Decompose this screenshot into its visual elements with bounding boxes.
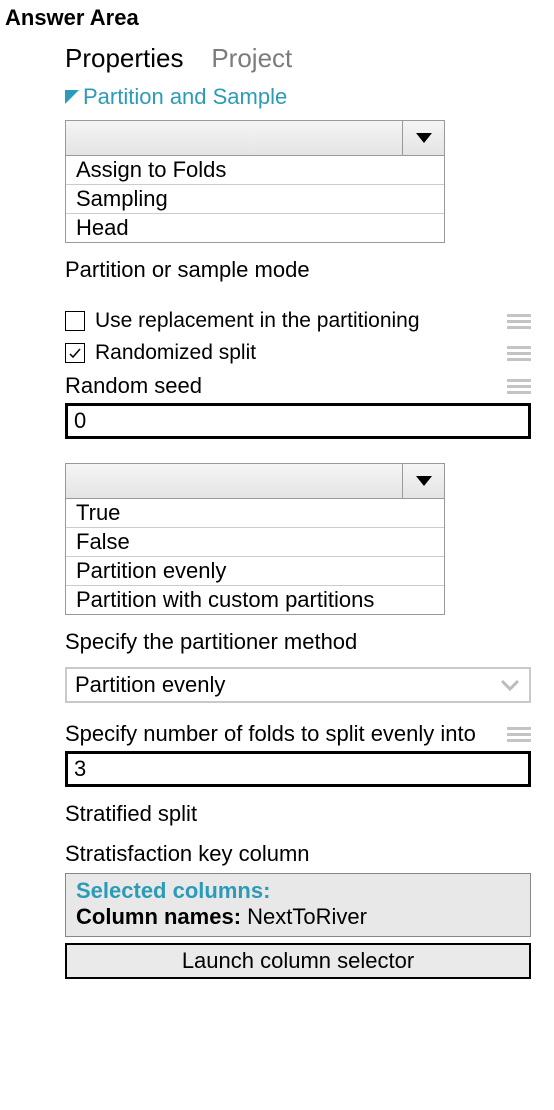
selected-columns-prefix: Column names: (76, 904, 241, 929)
label-mode: Partition or sample mode (65, 257, 531, 283)
tab-project[interactable]: Project (211, 43, 292, 74)
selected-columns-title: Selected columns: (76, 878, 520, 904)
mode-option-head[interactable]: Head (66, 213, 444, 242)
bool-option-custom[interactable]: Partition with custom partitions (66, 585, 444, 614)
label-stratified: Stratified split (65, 801, 531, 827)
checkbox-replacement[interactable] (65, 311, 85, 331)
hamburger-icon[interactable] (507, 346, 531, 361)
bool-option-true[interactable]: True (66, 499, 444, 527)
mode-dropdown-toggle[interactable] (402, 121, 444, 155)
chevron-down-icon (414, 131, 434, 145)
check-icon (68, 346, 82, 360)
chevron-down-icon (414, 474, 434, 488)
label-randomized: Randomized split (95, 341, 256, 365)
mode-dropdown[interactable]: Assign to Folds Sampling Head (65, 120, 531, 243)
bool-dropdown-selection (66, 464, 402, 498)
partitioner-select[interactable]: Partition evenly (65, 667, 531, 703)
hamburger-icon[interactable] (507, 379, 531, 394)
bool-option-false[interactable]: False (66, 527, 444, 556)
folds-input[interactable]: 3 (65, 751, 531, 787)
seed-input[interactable]: 0 (65, 403, 531, 439)
hamburger-icon[interactable] (507, 727, 531, 742)
partitioner-select-value: Partition evenly (75, 672, 225, 698)
label-seed: Random seed (65, 373, 202, 399)
answer-area-title: Answer Area (5, 5, 549, 31)
label-replacement: Use replacement in the partitioning (95, 309, 420, 333)
section-header-label: Partition and Sample (83, 84, 287, 110)
checkbox-randomized[interactable] (65, 343, 85, 363)
tabs-bar: Properties Project (65, 43, 531, 74)
label-folds: Specify number of folds to split evenly … (65, 721, 476, 747)
selected-columns-value: NextToRiver (247, 904, 367, 929)
collapse-triangle-icon (65, 90, 79, 104)
launch-column-selector-button[interactable]: Launch column selector (65, 943, 531, 979)
bool-dropdown-options: True False Partition evenly Partition wi… (65, 499, 445, 615)
bool-dropdown-toggle[interactable] (402, 464, 444, 498)
bool-option-evenly[interactable]: Partition evenly (66, 556, 444, 585)
label-strat-key: Stratisfaction key column (65, 841, 531, 867)
section-header-partition[interactable]: Partition and Sample (65, 84, 531, 110)
hamburger-icon[interactable] (507, 314, 531, 329)
selected-columns-box: Selected columns: Column names: NextToRi… (65, 873, 531, 937)
label-partitioner: Specify the partitioner method (65, 629, 531, 655)
mode-option-sampling[interactable]: Sampling (66, 184, 444, 213)
mode-dropdown-selection (66, 121, 402, 155)
bool-dropdown[interactable]: True False Partition evenly Partition wi… (65, 463, 531, 615)
tab-properties[interactable]: Properties (65, 43, 184, 74)
mode-option-assign[interactable]: Assign to Folds (66, 156, 444, 184)
mode-dropdown-options: Assign to Folds Sampling Head (65, 156, 445, 243)
chevron-down-icon (499, 678, 521, 692)
